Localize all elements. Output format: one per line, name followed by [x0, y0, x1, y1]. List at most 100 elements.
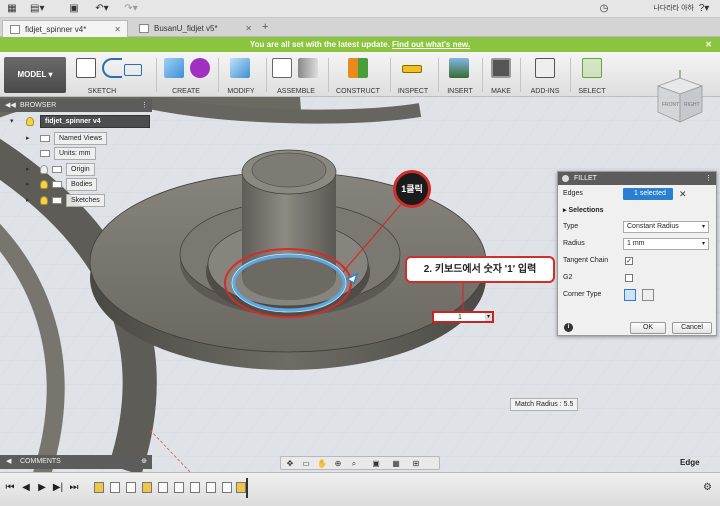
browser-item-units[interactable]: Units: mm [26, 147, 146, 160]
grid-settings-icon[interactable]: ▦ [389, 458, 403, 469]
whats-new-link[interactable]: Find out what's new. [392, 40, 470, 49]
expand-icon[interactable]: ▸ [26, 132, 30, 145]
toolbar-group-modify[interactable]: MODIFY [222, 55, 260, 95]
file-icon[interactable]: ▤▾ [30, 3, 44, 15]
workspace-switcher[interactable]: MODEL ▾ [4, 57, 66, 93]
toolbar-group-select[interactable]: SELECT [574, 55, 610, 95]
add-comment-icon[interactable]: ⊕ [141, 455, 147, 469]
fit-icon[interactable]: ⌕ [347, 458, 361, 469]
fillet-dialog-header[interactable]: FILLET ⋮ [558, 172, 716, 185]
timeline-marker[interactable] [246, 478, 248, 498]
radius-field[interactable]: 1 mm ▾ [623, 238, 709, 250]
grid-icon[interactable]: ▦ [6, 3, 18, 15]
browser-item-named-views[interactable]: ▸ Named Views [26, 132, 146, 145]
timeline-feature[interactable] [222, 482, 232, 493]
collapse-icon[interactable]: ◀ [6, 455, 11, 469]
edges-selection-button[interactable]: 1 selected [623, 188, 673, 200]
extrude-icon[interactable] [164, 58, 184, 78]
toolbar-group-addins[interactable]: ADD-INS [524, 55, 566, 95]
select-icon[interactable] [582, 58, 602, 78]
toolbar-group-inspect[interactable]: INSPECT [394, 55, 432, 95]
save-icon[interactable]: ▣ [68, 3, 80, 15]
tangent-chain-checkbox[interactable]: ✓ [625, 257, 633, 265]
visibility-bulb-icon[interactable] [40, 196, 48, 205]
toolbar-group-insert[interactable]: INSERT [442, 55, 478, 95]
clear-selection-icon[interactable]: ✕ [679, 187, 687, 201]
tab-busanu-fidjet[interactable]: BusanU_fidjet v5* ✕ [132, 20, 258, 37]
close-icon[interactable]: ✕ [114, 21, 121, 38]
chevron-down-icon[interactable]: ▾ [485, 313, 492, 321]
play-icon[interactable]: ▶ [36, 482, 48, 494]
clock-icon[interactable]: ◷ [598, 3, 610, 15]
type-select[interactable]: Constant Radius ▾ [623, 221, 709, 233]
viewcube[interactable]: FRONT RIGHT [646, 66, 710, 126]
tab-fidjet-spinner[interactable]: fidjet_spinner v4* ✕ [2, 20, 128, 37]
scripts-icon[interactable] [535, 58, 555, 78]
timeline-feature[interactable] [174, 482, 184, 493]
gear-icon[interactable]: ⚙ [703, 482, 712, 493]
new-component-icon[interactable] [272, 58, 292, 78]
browser-item-sketches[interactable]: ▸ Sketches [26, 194, 146, 207]
browser-item-bodies[interactable]: ▸ Bodies [26, 178, 146, 191]
timeline-feature[interactable] [236, 482, 246, 493]
close-icon[interactable]: ✕ [705, 37, 712, 52]
measure-icon[interactable] [402, 65, 422, 73]
ok-button[interactable]: OK [630, 322, 666, 334]
collapse-icon[interactable]: ◀◀ [5, 99, 16, 112]
rectangle-icon[interactable] [124, 64, 142, 76]
comments-panel[interactable]: ◀ COMMENTS ⊕ [0, 455, 152, 469]
toolbar-group-create[interactable]: CREATE [160, 55, 212, 95]
line-icon[interactable] [102, 58, 122, 78]
close-icon[interactable]: ✕ [245, 20, 252, 37]
timeline-feature[interactable] [94, 482, 104, 493]
info-icon[interactable]: i [564, 323, 573, 332]
look-at-icon[interactable]: ▭ [299, 458, 313, 469]
redo-icon[interactable]: ↷▾ [122, 3, 140, 15]
viewports-icon[interactable]: ⊞ [409, 458, 423, 469]
step-back-icon[interactable]: ◀ [20, 482, 32, 494]
new-tab-icon[interactable]: + [262, 21, 268, 33]
offset-plane-icon[interactable] [348, 58, 368, 78]
pan-icon[interactable]: ✋ [315, 458, 329, 469]
3d-print-icon[interactable] [491, 58, 511, 78]
timeline-feature[interactable] [126, 482, 136, 493]
undo-icon[interactable]: ↶▾ [93, 3, 111, 15]
timeline-feature[interactable] [158, 482, 168, 493]
timeline-feature[interactable] [206, 482, 216, 493]
timeline-feature[interactable] [190, 482, 200, 493]
expand-icon[interactable]: ▾ [10, 115, 14, 128]
toolbar-group-sketch[interactable]: SKETCH [72, 55, 142, 95]
radius-heads-up-input[interactable]: 1 ▾ [432, 311, 494, 323]
press-pull-icon[interactable] [230, 58, 250, 78]
visibility-bulb-icon[interactable] [26, 117, 34, 126]
expand-icon[interactable]: ▸ [26, 178, 30, 191]
timeline-feature[interactable] [142, 482, 152, 493]
toolbar-group-assemble[interactable]: ASSEMBLE [270, 55, 322, 95]
visibility-bulb-icon[interactable] [40, 180, 48, 189]
help-icon[interactable]: ?▾ [698, 3, 710, 15]
g2-checkbox[interactable] [625, 274, 633, 282]
cancel-button[interactable]: Cancel [672, 322, 712, 334]
browser-root[interactable]: ▾ fidjet_spinner v4 [10, 115, 152, 128]
corner-rolling-ball-icon[interactable] [624, 289, 636, 301]
form-icon[interactable] [190, 58, 210, 78]
orbit-icon[interactable]: ✥ [283, 458, 297, 469]
create-sketch-icon[interactable] [76, 58, 96, 78]
joint-icon[interactable] [298, 58, 318, 78]
timeline-feature[interactable] [110, 482, 120, 493]
corner-setback-icon[interactable] [642, 289, 654, 301]
expand-icon[interactable]: ▸ [26, 194, 30, 207]
expand-icon[interactable]: ▸ [26, 163, 30, 176]
display-settings-icon[interactable]: ▣ [369, 458, 383, 469]
user-menu[interactable]: 나다라타 아하 [653, 3, 694, 15]
browser-header[interactable]: ◀◀ BROWSER ⋮ [0, 99, 152, 112]
go-to-end-icon[interactable]: ⏭ [68, 482, 80, 494]
step-forward-icon[interactable]: ▶| [52, 482, 64, 494]
visibility-bulb-icon[interactable] [40, 165, 48, 174]
minimize-icon[interactable] [562, 175, 569, 182]
selections-group[interactable]: ▸ Selections [558, 204, 718, 218]
zoom-icon[interactable]: ⊕ [331, 458, 345, 469]
go-to-start-icon[interactable]: ⏮ [4, 482, 16, 494]
insert-image-icon[interactable] [449, 58, 469, 78]
browser-item-origin[interactable]: ▸ Origin [26, 163, 146, 176]
